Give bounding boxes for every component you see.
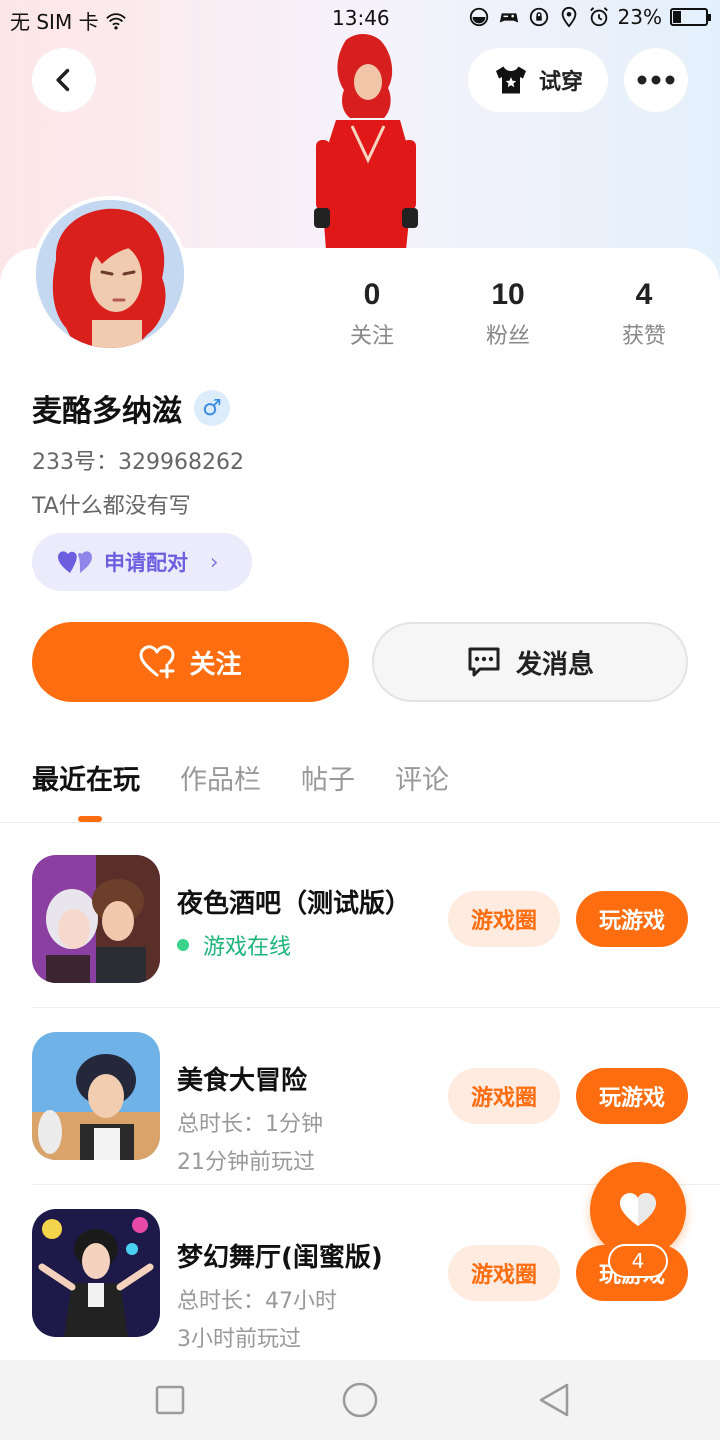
game-icon-dream-dance[interactable] [32, 1209, 160, 1337]
double-heart-icon [58, 551, 92, 573]
game-circle-button[interactable]: 游戏圈 [448, 1245, 560, 1301]
avatar[interactable] [32, 196, 188, 352]
follow-button[interactable]: 关注 [32, 622, 349, 702]
game-row-food-adventure[interactable]: 美食大冒险 总时长：1分钟 21分钟前玩过 游戏圈 玩游戏 [32, 1032, 720, 1182]
online-dot-icon [177, 939, 189, 951]
game-online-status: 游戏在线 [177, 929, 291, 961]
game-last-played: 3小时前玩过 [177, 1327, 301, 1352]
rotation-lock-icon [529, 7, 548, 27]
more-dots-icon [637, 75, 675, 85]
home-button[interactable] [338, 1378, 382, 1422]
stat-value: 4 [635, 278, 653, 311]
game-cover-image [32, 1032, 160, 1160]
avatar-3d-figure [314, 34, 418, 250]
recent-apps-button[interactable] [148, 1378, 192, 1422]
game-total-duration: 总时长：47小时 [177, 1289, 337, 1314]
face-icon [469, 7, 488, 27]
gamepad-icon [499, 13, 518, 23]
tab-posts[interactable]: 帖子 [301, 758, 355, 797]
more-button[interactable] [624, 48, 688, 112]
game-total-duration: 总时长：1分钟 [177, 1112, 323, 1137]
heart-plus-icon [139, 645, 175, 679]
user-id: 233号：329968262 [32, 450, 244, 475]
avatar-image [36, 200, 184, 348]
tabs-divider [0, 822, 720, 823]
send-message-label: 发消息 [515, 649, 594, 680]
username: 麦酪多纳滋 [32, 394, 182, 429]
tshirt-icon [495, 66, 526, 94]
game-last-played: 21分钟前玩过 [177, 1150, 315, 1175]
battery-icon [670, 8, 711, 26]
status-time: 13:46 [332, 6, 390, 30]
chevron-right-icon: › [210, 550, 219, 574]
back-button[interactable] [32, 48, 96, 112]
gender-male-icon: ♂ [194, 390, 230, 426]
game-name: 美食大冒险 [177, 1066, 308, 1096]
profile-stats: 0 关注 10 粉丝 4 获赞 [304, 278, 712, 350]
tab-comments[interactable]: 评论 [395, 758, 449, 797]
back-nav-button[interactable] [532, 1378, 576, 1422]
stat-label: 粉丝 [485, 324, 530, 349]
heart-icon [620, 1193, 656, 1226]
play-game-button[interactable]: 玩游戏 [576, 891, 688, 947]
stat-likes[interactable]: 4 获赞 [576, 278, 712, 350]
online-status-label: 游戏在线 [203, 935, 292, 960]
username-row: 麦酪多纳滋 ♂ [32, 386, 230, 430]
wifi-icon [105, 12, 126, 30]
alarm-icon [589, 7, 608, 27]
request-pair-label: 申请配对 [104, 551, 188, 575]
game-circle-button[interactable]: 游戏圈 [448, 1068, 560, 1124]
row-divider [32, 1007, 720, 1008]
stat-value: 10 [491, 278, 525, 311]
status-bar: 无 SIM 卡 13:46 23% [0, 0, 720, 38]
request-pair-button[interactable]: 申请配对 › [32, 533, 252, 591]
back-arrow-icon [56, 68, 70, 92]
game-name: 夜色酒吧（测试版） [177, 889, 412, 919]
location-icon [561, 6, 576, 28]
stat-value: 0 [363, 278, 381, 311]
carrier-text: 无 SIM 卡 [10, 10, 99, 34]
game-row-nightbar[interactable]: 夜色酒吧（测试版） 游戏在线 游戏圈 玩游戏 [32, 855, 720, 1005]
stat-following[interactable]: 0 关注 [304, 278, 440, 350]
follow-label: 关注 [189, 649, 242, 680]
system-navigation-bar [0, 1360, 720, 1440]
game-cover-image [32, 1209, 160, 1337]
stat-label: 关注 [349, 324, 394, 349]
game-icon-food-adventure[interactable] [32, 1032, 160, 1160]
stat-fans[interactable]: 10 粉丝 [440, 278, 576, 350]
send-message-button[interactable]: 发消息 [372, 622, 688, 702]
triangle-back-icon [539, 1383, 569, 1417]
battery-level-fill [673, 11, 681, 23]
circle-icon [342, 1382, 378, 1418]
game-icon-nightbar[interactable] [32, 855, 160, 983]
tab-works[interactable]: 作品栏 [180, 758, 261, 797]
game-cover-image [32, 855, 160, 983]
game-circle-button[interactable]: 游戏圈 [448, 891, 560, 947]
try-on-label: 试穿 [538, 70, 583, 95]
square-icon [155, 1385, 185, 1415]
play-game-button[interactable]: 玩游戏 [576, 1068, 688, 1124]
game-name: 梦幻舞厅(闺蜜版) [177, 1243, 383, 1273]
stat-label: 获赞 [621, 324, 666, 349]
user-bio: TA什么都没有写 [32, 494, 191, 519]
like-count-badge: 4 [608, 1244, 668, 1278]
battery-percent: 23% [617, 5, 662, 29]
chat-bubble-icon [468, 647, 500, 677]
profile-tabs: 最近在玩 作品栏 帖子 评论 [32, 758, 449, 797]
tab-recent-play[interactable]: 最近在玩 [32, 758, 140, 797]
try-on-button[interactable]: 试穿 [468, 48, 608, 112]
